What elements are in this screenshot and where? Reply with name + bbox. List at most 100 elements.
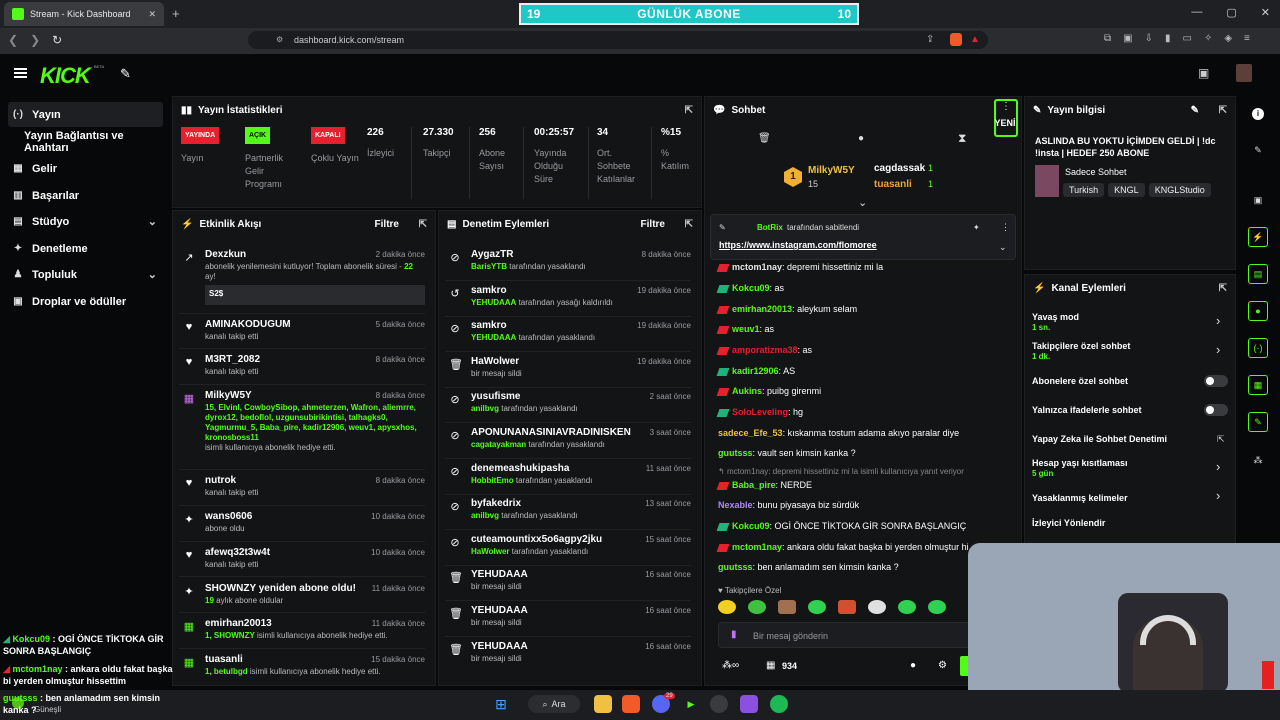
edit-icon[interactable]: ✎ — [1191, 105, 1199, 116]
filter-button[interactable]: Filtre — [375, 219, 399, 230]
moderator-name[interactable]: anilbvg — [471, 511, 499, 520]
moderator-name[interactable]: cagatayakman — [471, 440, 526, 449]
chat-username[interactable]: Kokcu09 — [732, 521, 770, 531]
moderated-user[interactable]: YEHUDAAA — [471, 641, 528, 652]
activity-user[interactable]: MilkyW5Y — [205, 390, 252, 401]
moderated-user[interactable]: AygazTR — [471, 249, 513, 260]
forward-icon[interactable]: ❯ — [30, 33, 40, 47]
activity-user[interactable]: afewq32t3w4t — [205, 547, 270, 558]
browser-tab[interactable]: Stream - Kick Dashboard ✕ — [4, 2, 164, 26]
activity-user[interactable]: Dexzkun — [205, 249, 246, 260]
chat-username[interactable]: Baba_pire — [732, 480, 776, 490]
community-icon[interactable]: ⁂ — [1248, 450, 1268, 470]
chevron-right-icon[interactable]: › — [1216, 313, 1220, 328]
brave-icon[interactable] — [622, 695, 640, 713]
moderated-user[interactable]: APONUNANASINIAVRADINISKEN — [471, 427, 631, 438]
activity-user[interactable]: SHOWNZY yeniden abone oldu! — [205, 583, 356, 594]
chevron-right-icon[interactable]: › — [1216, 459, 1220, 474]
pinned-by[interactable]: BotRix — [757, 223, 783, 232]
tag[interactable]: KNGL — [1108, 183, 1145, 197]
popout-icon[interactable]: ⇱ — [1219, 105, 1227, 116]
brave-shield-icon[interactable] — [950, 33, 962, 46]
screenshot-icon[interactable]: ▣ — [1123, 33, 1132, 44]
subs-only-toggle[interactable] — [1204, 375, 1228, 387]
moderator-name[interactable]: YEHUDAAA — [471, 333, 516, 342]
wallet-icon[interactable]: ▭ — [1183, 33, 1192, 44]
moderated-user[interactable]: yusufisme — [471, 391, 520, 402]
activity-user[interactable]: AMINAKODUGUM — [205, 319, 291, 330]
moderated-user[interactable]: YEHUDAAA — [471, 569, 528, 580]
emote[interactable] — [748, 600, 766, 614]
popout-icon[interactable]: ⇱ — [1219, 283, 1227, 294]
chat-bubble-icon[interactable]: ● — [858, 133, 864, 144]
extensions-icon[interactable]: ⧉ — [1104, 33, 1111, 44]
emote[interactable] — [868, 600, 886, 614]
sidebar-item-topluluk[interactable]: ♟ Topluluk ⌄ — [8, 262, 163, 287]
back-icon[interactable]: ❮ — [8, 33, 18, 47]
info-icon[interactable]: i — [1252, 108, 1264, 120]
hamburger-menu-icon[interactable] — [14, 68, 27, 78]
expand-icon[interactable]: ⌄ — [999, 242, 1007, 253]
leo-icon[interactable]: ✧ — [1204, 33, 1212, 44]
chat-username[interactable]: kadir12906 — [732, 366, 779, 376]
sidebar-icon[interactable]: ▮ — [1165, 33, 1171, 44]
more-icon[interactable]: ⋮ — [1001, 222, 1010, 233]
unpin-icon[interactable]: ✦ — [973, 223, 980, 232]
trash-icon[interactable]: 🗑 — [758, 133, 771, 144]
chat-username[interactable]: Kokcu09 — [732, 283, 770, 293]
maximize-button[interactable]: ▢ — [1226, 6, 1236, 19]
activity-user[interactable]: M3RT_2082 — [205, 354, 260, 365]
chevron-right-icon[interactable]: › — [1216, 342, 1220, 357]
gear-icon[interactable]: ⚙ — [938, 660, 947, 671]
reload-icon[interactable]: ↻ — [52, 33, 62, 47]
emote[interactable] — [898, 600, 916, 614]
moderator-name[interactable]: HobbitEmo — [471, 476, 514, 485]
chat-username[interactable]: SoloLeveling — [732, 407, 788, 417]
screen-icon[interactable]: ▣ — [1248, 190, 1268, 210]
chat-username[interactable]: emirhan20013 — [732, 304, 792, 314]
pinned-link[interactable]: https://www.instagram.com/flomoree — [719, 240, 877, 250]
pin-icon[interactable]: ✎ — [120, 66, 131, 82]
emote[interactable] — [778, 600, 796, 614]
sidebar-item-denetleme[interactable]: ✦ Denetleme — [8, 236, 163, 261]
chat-username[interactable]: mctom1nay — [732, 262, 782, 272]
chat-icon[interactable]: ● — [1248, 301, 1268, 321]
sidebar-item-droplar[interactable]: ▣ Droplar ve ödüller — [8, 289, 163, 314]
chat-username[interactable]: Nexable — [718, 500, 753, 510]
chat-username[interactable]: mctom1nay — [732, 542, 782, 552]
moderated-user[interactable]: YEHUDAAA — [471, 605, 528, 616]
spotify-icon[interactable] — [770, 695, 788, 713]
chat-bubble-icon[interactable]: ● — [910, 660, 916, 671]
popout-icon[interactable]: ⇱ — [419, 219, 427, 230]
banned-words-item[interactable]: Yasaklanmış kelimeler — [1032, 493, 1128, 503]
ai-moderation-item[interactable]: Yapay Zeka ile Sohbet Denetimi — [1032, 434, 1167, 444]
list-icon[interactable]: ▤ — [1248, 264, 1268, 284]
download-icon[interactable]: ⇩ — [1145, 33, 1153, 44]
moderated-user[interactable]: samkro — [471, 320, 507, 331]
external-link-icon[interactable]: ⇱ — [1217, 434, 1225, 445]
collapse-icon[interactable]: ⌄ — [858, 196, 867, 209]
chevron-right-icon[interactable]: › — [1216, 488, 1220, 503]
leader-third-name[interactable]: tuasanli — [874, 179, 912, 190]
moderator-name[interactable]: anilbvg — [471, 404, 499, 413]
edit-icon[interactable]: ✎ — [1248, 140, 1268, 160]
community-icon[interactable]: ⁂∞ — [722, 660, 739, 671]
popout-icon[interactable]: ⇱ — [685, 105, 693, 116]
site-info-icon[interactable]: ⚙ — [276, 35, 283, 44]
chat-username[interactable]: guutsss — [718, 448, 753, 458]
tag[interactable]: KNGLStudio — [1148, 183, 1211, 197]
moderator-name[interactable]: BarisYTB — [471, 262, 507, 271]
rewards-icon[interactable]: ▲ — [970, 34, 980, 45]
wrench-icon[interactable]: ✎ — [1248, 412, 1268, 432]
broadcast-icon[interactable]: (·) — [1248, 338, 1268, 358]
emote[interactable] — [928, 600, 946, 614]
leader-second-name[interactable]: cagdassak — [874, 163, 925, 174]
followers-only-item[interactable]: Takipçilere özel sohbet 1 dk. — [1032, 341, 1130, 361]
bolt-icon[interactable]: ⚡ — [1248, 227, 1268, 247]
chat-username[interactable]: sadece_Efe_53 — [718, 428, 783, 438]
popout-icon[interactable]: ⇱ — [685, 219, 693, 230]
sidebar-item-yayin[interactable]: (·) Yayın — [8, 102, 163, 127]
active-app-icon[interactable] — [740, 695, 758, 713]
vpn-icon[interactable]: ◈ — [1224, 33, 1232, 44]
file-explorer-icon[interactable] — [594, 695, 612, 713]
